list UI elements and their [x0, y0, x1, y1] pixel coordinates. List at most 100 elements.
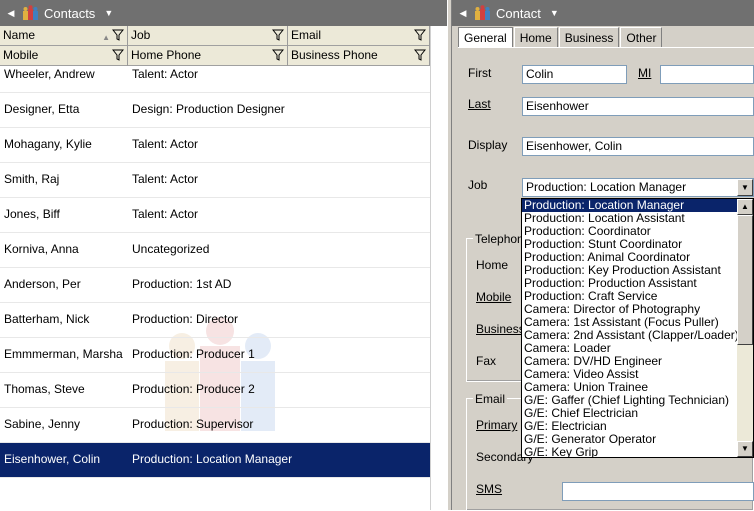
contact-name-cell: Anderson, Per: [4, 277, 81, 291]
column-header-name[interactable]: Name ▲: [0, 26, 128, 46]
contact-name-cell: Jones, Biff: [4, 207, 60, 221]
table-row[interactable]: Thomas, Steve Production: Producer 2: [0, 373, 430, 408]
column-header-job[interactable]: Job: [128, 26, 288, 46]
column-header-email-label: Email: [291, 28, 322, 42]
filter-icon[interactable]: [414, 29, 426, 41]
table-row[interactable]: Anderson, Per Production: 1st AD: [0, 268, 430, 303]
sort-ascending-icon: ▲: [102, 33, 110, 42]
column-header-home-phone[interactable]: Home Phone: [128, 46, 288, 66]
contact-name-cell: Thomas, Steve: [4, 382, 85, 396]
job-dropdown-list[interactable]: Production: Location Manager Production: …: [521, 198, 754, 458]
column-header-name-label: Name: [3, 28, 36, 42]
contact-job-cell: Production: Producer 1: [132, 347, 255, 361]
contacts-menu-chevron-icon[interactable]: ▼: [104, 8, 113, 18]
scroll-up-icon[interactable]: ▲: [737, 199, 753, 215]
filter-icon[interactable]: [414, 49, 426, 61]
list-right-gutter: [430, 26, 447, 510]
column-header-business-phone-label: Business Phone: [291, 48, 378, 62]
contact-job-cell: Design: Production Designer: [132, 102, 285, 116]
contact-tabs: General Home Business Other: [458, 27, 663, 48]
table-row[interactable]: Jones, Biff Talent: Actor: [0, 198, 430, 233]
dropdown-scrollbar[interactable]: ▲ ▼: [737, 199, 753, 457]
contact-job-cell: Production: Supervisor: [132, 417, 254, 431]
contact-name-cell: Sabine, Jenny: [4, 417, 81, 431]
contact-job-cell: Talent: Actor: [132, 172, 199, 186]
contact-title: Contact: [496, 5, 541, 21]
column-header-mobile[interactable]: Mobile: [0, 46, 128, 66]
contact-menu-chevron-icon[interactable]: ▼: [550, 8, 559, 18]
collapse-right-icon[interactable]: ◀: [456, 8, 470, 19]
column-header-row-1: Name ▲ Job Email: [0, 26, 430, 46]
contact-name-cell: Eisenhower, Colin: [4, 452, 101, 466]
contact-job-cell: Talent: Actor: [132, 207, 199, 221]
filter-icon[interactable]: [272, 29, 284, 41]
contact-job-cell: Talent: Actor: [132, 67, 199, 81]
contact-job-cell: Production: Location Manager: [132, 452, 293, 466]
tab-home[interactable]: Home: [513, 27, 558, 47]
column-header-business-phone[interactable]: Business Phone: [288, 46, 430, 66]
column-header-home-phone-label: Home Phone: [131, 48, 202, 62]
filter-icon[interactable]: [112, 49, 124, 61]
column-header-email[interactable]: Email: [288, 26, 430, 46]
table-row[interactable]: Emmmerman, Marsha Production: Producer 1: [0, 338, 430, 373]
filter-icon[interactable]: [112, 29, 124, 41]
filter-icon[interactable]: [272, 49, 284, 61]
job-options: Production: Location Manager Production: …: [522, 199, 739, 458]
chevron-down-icon[interactable]: ▼: [737, 179, 753, 196]
tab-general[interactable]: General: [458, 27, 513, 48]
contact-name-cell: Designer, Etta: [4, 102, 80, 116]
contact-job-cell: Production: Producer 2: [132, 382, 255, 396]
contact-titlebar: ◀ Contact ▼: [452, 0, 754, 26]
contacts-pane: ◀ Contacts ▼ Name ▲ Job Email Mobile Hom…: [0, 0, 447, 510]
contacts-titlebar: ◀ Contacts ▼: [0, 0, 447, 26]
table-row[interactable]: Mohagany, Kylie Talent: Actor: [0, 128, 430, 163]
contact-job-cell: Talent: Actor: [132, 137, 199, 151]
tab-business[interactable]: Business: [558, 27, 620, 47]
primary-email-label: Primary: [476, 418, 518, 432]
column-header-job-label: Job: [131, 28, 151, 42]
telephone-group-label: Telephon: [473, 232, 526, 246]
job-select-value: Production: Location Manager: [526, 180, 687, 194]
contact-name-cell: Mohagany, Kylie: [4, 137, 92, 151]
contacts-app-icon: [23, 4, 38, 20]
scroll-thumb[interactable]: [737, 215, 753, 345]
column-header-row-2: Mobile Home Phone Business Phone: [0, 46, 430, 66]
sms-label: SMS: [476, 482, 503, 496]
business-phone-label: Business: [476, 322, 525, 336]
contact-name-cell: Batterham, Nick: [4, 312, 90, 326]
scroll-down-icon[interactable]: ▼: [737, 441, 753, 457]
mi-label: MI: [638, 66, 652, 80]
collapse-left-icon[interactable]: ◀: [4, 8, 18, 19]
fax-label: Fax: [476, 354, 497, 368]
job-select[interactable]: Production: Location Manager ▼: [522, 178, 754, 197]
first-label: First: [468, 66, 492, 80]
table-row[interactable]: Batterham, Nick Production: Director: [0, 303, 430, 338]
last-label: Last: [468, 97, 491, 111]
contact-name-cell: Smith, Raj: [4, 172, 60, 186]
contact-job-cell: Production: Director: [132, 312, 239, 326]
job-option[interactable]: G/E: Key Grip: [522, 446, 737, 458]
contact-job-cell: Production: 1st AD: [132, 277, 232, 291]
contact-app-icon: [475, 4, 490, 20]
contact-name-cell: Wheeler, Andrew: [4, 67, 95, 81]
table-row[interactable]: Korniva, Anna Uncategorized: [0, 233, 430, 268]
table-row[interactable]: Wheeler, Andrew Talent: Actor: [0, 66, 430, 93]
table-row[interactable]: Smith, Raj Talent: Actor: [0, 163, 430, 198]
job-label: Job: [468, 178, 488, 192]
last-name-field[interactable]: Eisenhower: [522, 97, 754, 116]
tab-other[interactable]: Other: [620, 27, 663, 47]
table-row[interactable]: Sabine, Jenny Production: Supervisor: [0, 408, 430, 443]
display-name-field[interactable]: Eisenhower, Colin: [522, 137, 754, 156]
table-row[interactable]: Designer, Etta Design: Production Designe…: [0, 93, 430, 128]
column-header-mobile-label: Mobile: [3, 48, 39, 62]
contacts-title: Contacts: [44, 5, 96, 21]
contact-job-cell: Uncategorized: [132, 242, 210, 256]
contact-name-cell: Emmmerman, Marsha: [4, 347, 123, 361]
first-name-field[interactable]: Colin: [522, 65, 627, 84]
contacts-list: Wheeler, Andrew Talent: Actor Designer, Et…: [0, 66, 430, 487]
table-row[interactable]: Eisenhower, Colin Production: Location Ma…: [0, 443, 430, 478]
middle-initial-field[interactable]: [660, 65, 754, 84]
contact-name-cell: Korniva, Anna: [4, 242, 79, 256]
sms-field[interactable]: [562, 482, 754, 501]
home-phone-label: Home: [476, 258, 509, 272]
